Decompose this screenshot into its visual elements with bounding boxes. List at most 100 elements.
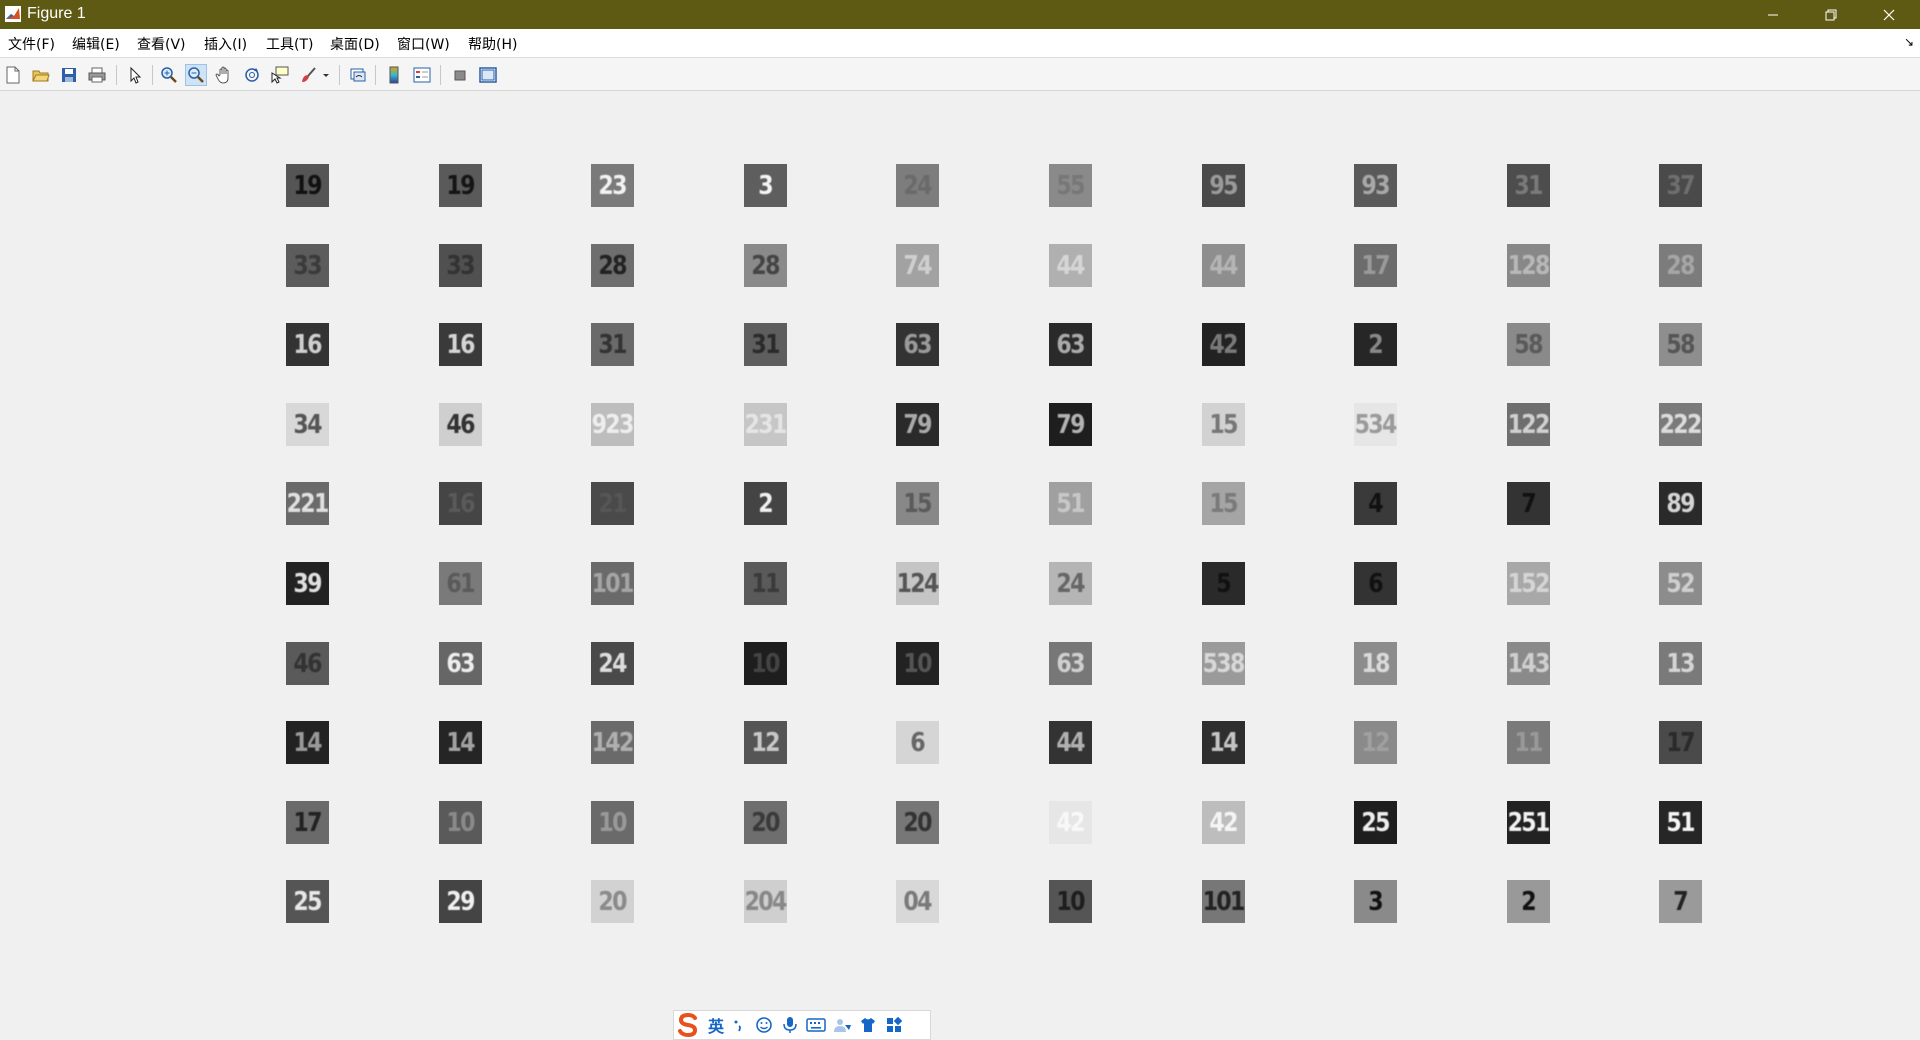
shirt-icon[interactable]	[856, 1013, 880, 1037]
insert-legend-button[interactable]	[411, 64, 433, 86]
skin-tone-icon[interactable]	[830, 1013, 854, 1037]
punctuation-icon[interactable]	[726, 1013, 750, 1037]
digit-label: 14	[1209, 727, 1239, 758]
menu-view[interactable]: 查看(V)	[137, 34, 186, 54]
menu-tools[interactable]: 工具(T)	[266, 34, 313, 54]
digit-label: 63	[446, 648, 476, 679]
link-plot-icon	[350, 68, 366, 82]
digit-label: 93	[1361, 170, 1391, 201]
digit-label: 20	[751, 807, 781, 838]
insert-colorbar-button[interactable]	[383, 64, 405, 86]
digit-label: 534	[1354, 409, 1397, 440]
apps-grid-icon[interactable]	[882, 1013, 906, 1037]
digit-label: 10	[1056, 886, 1086, 917]
digit-label: 51	[1666, 807, 1696, 838]
digit-thumbnail: 44	[1049, 244, 1092, 287]
digit-thumbnail: 16	[286, 323, 329, 366]
window-titlebar: Figure 1	[0, 0, 1920, 29]
digit-thumbnail: 20	[896, 801, 939, 844]
digit-label: 14	[293, 727, 323, 758]
edit-plot-button[interactable]	[124, 64, 146, 86]
digit-thumbnail: 13	[1659, 642, 1702, 685]
digit-thumbnail: 20	[591, 880, 634, 923]
digit-label: 15	[903, 488, 933, 519]
menu-desktop[interactable]: 桌面(D)	[330, 34, 380, 54]
digit-thumbnail: 34	[286, 403, 329, 446]
show-plot-tools-button[interactable]	[477, 64, 499, 86]
digit-thumbnail: 24	[1049, 562, 1092, 605]
digit-thumbnail: 15	[896, 482, 939, 525]
close-icon	[1883, 9, 1895, 20]
close-button[interactable]	[1860, 0, 1918, 29]
digit-label: 63	[903, 329, 933, 360]
hide-plot-tools-button[interactable]	[449, 64, 471, 86]
dock-figure-arrow[interactable]: ↘	[1904, 35, 1914, 49]
emoji-icon[interactable]	[752, 1013, 776, 1037]
menu-file[interactable]: 文件(F)	[8, 34, 55, 54]
digit-label: 33	[446, 250, 476, 281]
brush-dropdown[interactable]	[320, 64, 332, 86]
sogou-logo-icon[interactable]	[674, 1011, 704, 1039]
digit-label: 12	[1361, 727, 1391, 758]
digit-label: 222	[1659, 409, 1702, 440]
new-figure-button[interactable]	[2, 64, 24, 86]
menu-window[interactable]: 窗口(W)	[397, 34, 450, 54]
rotate-3d-button[interactable]	[241, 64, 263, 86]
restore-button[interactable]	[1802, 0, 1860, 29]
digit-label: 44	[1056, 250, 1086, 281]
menu-edit[interactable]: 编辑(E)	[72, 34, 120, 54]
digit-label: 18	[1361, 648, 1391, 679]
rotate-3d-icon	[245, 68, 259, 82]
figure-canvas[interactable]: 19 19 23 3 24 55 95 93 31 37 33 33 28 28 74 44 44 17 128 28…	[0, 91, 1920, 1040]
digit-thumbnail: 11	[744, 562, 787, 605]
digit-label: 28	[598, 250, 628, 281]
digit-label: 6	[910, 727, 926, 758]
digit-label: 28	[1666, 250, 1696, 281]
menu-insert[interactable]: 插入(I)	[204, 34, 247, 54]
digit-thumbnail: 251	[1507, 801, 1550, 844]
digit-thumbnail: 4	[1354, 482, 1397, 525]
zoom-in-button[interactable]	[158, 64, 180, 86]
digit-thumbnail: 33	[439, 244, 482, 287]
microphone-icon[interactable]	[778, 1013, 802, 1037]
minimize-button[interactable]	[1744, 0, 1802, 29]
link-plot-button[interactable]	[347, 64, 369, 86]
digit-thumbnail: 51	[1049, 482, 1092, 525]
digit-label: 74	[903, 250, 933, 281]
zoom-in-icon	[161, 67, 177, 83]
minimize-icon	[1768, 14, 1778, 15]
save-button[interactable]	[58, 64, 80, 86]
digit-label: 2	[758, 488, 774, 519]
brush-icon	[302, 67, 316, 82]
toolbar-separator	[339, 65, 340, 85]
digit-label: 33	[293, 250, 323, 281]
digit-thumbnail: 15	[1202, 403, 1245, 446]
digit-label: 79	[903, 409, 933, 440]
digit-thumbnail: 124	[896, 562, 939, 605]
digit-thumbnail: 11	[1507, 721, 1550, 764]
digit-label: 14	[446, 727, 476, 758]
digit-thumbnail: 17	[286, 801, 329, 844]
digit-thumbnail: 14	[286, 721, 329, 764]
keyboard-icon[interactable]	[804, 1013, 828, 1037]
digit-label: 17	[1361, 250, 1391, 281]
data-cursor-button[interactable]	[269, 64, 291, 86]
digit-thumbnail: 16	[439, 323, 482, 366]
insert-legend-icon	[413, 67, 431, 83]
digit-thumbnail: 12	[744, 721, 787, 764]
pan-button[interactable]	[213, 64, 235, 86]
zoom-out-button[interactable]	[185, 64, 207, 86]
ime-mode-label[interactable]: 英	[708, 1013, 724, 1037]
brush-button[interactable]	[297, 64, 319, 86]
digit-label: 122	[1507, 409, 1550, 440]
new-figure-icon	[6, 66, 20, 84]
digit-thumbnail: 37	[1659, 164, 1702, 207]
print-button[interactable]	[86, 64, 108, 86]
open-file-button[interactable]	[30, 64, 52, 86]
digit-label: 7	[1521, 488, 1537, 519]
digit-thumbnail: 24	[591, 642, 634, 685]
digit-thumbnail: 2	[1354, 323, 1397, 366]
digit-label: 55	[1056, 170, 1086, 201]
digit-thumbnail: 538	[1202, 642, 1245, 685]
menu-help[interactable]: 帮助(H)	[468, 34, 517, 54]
